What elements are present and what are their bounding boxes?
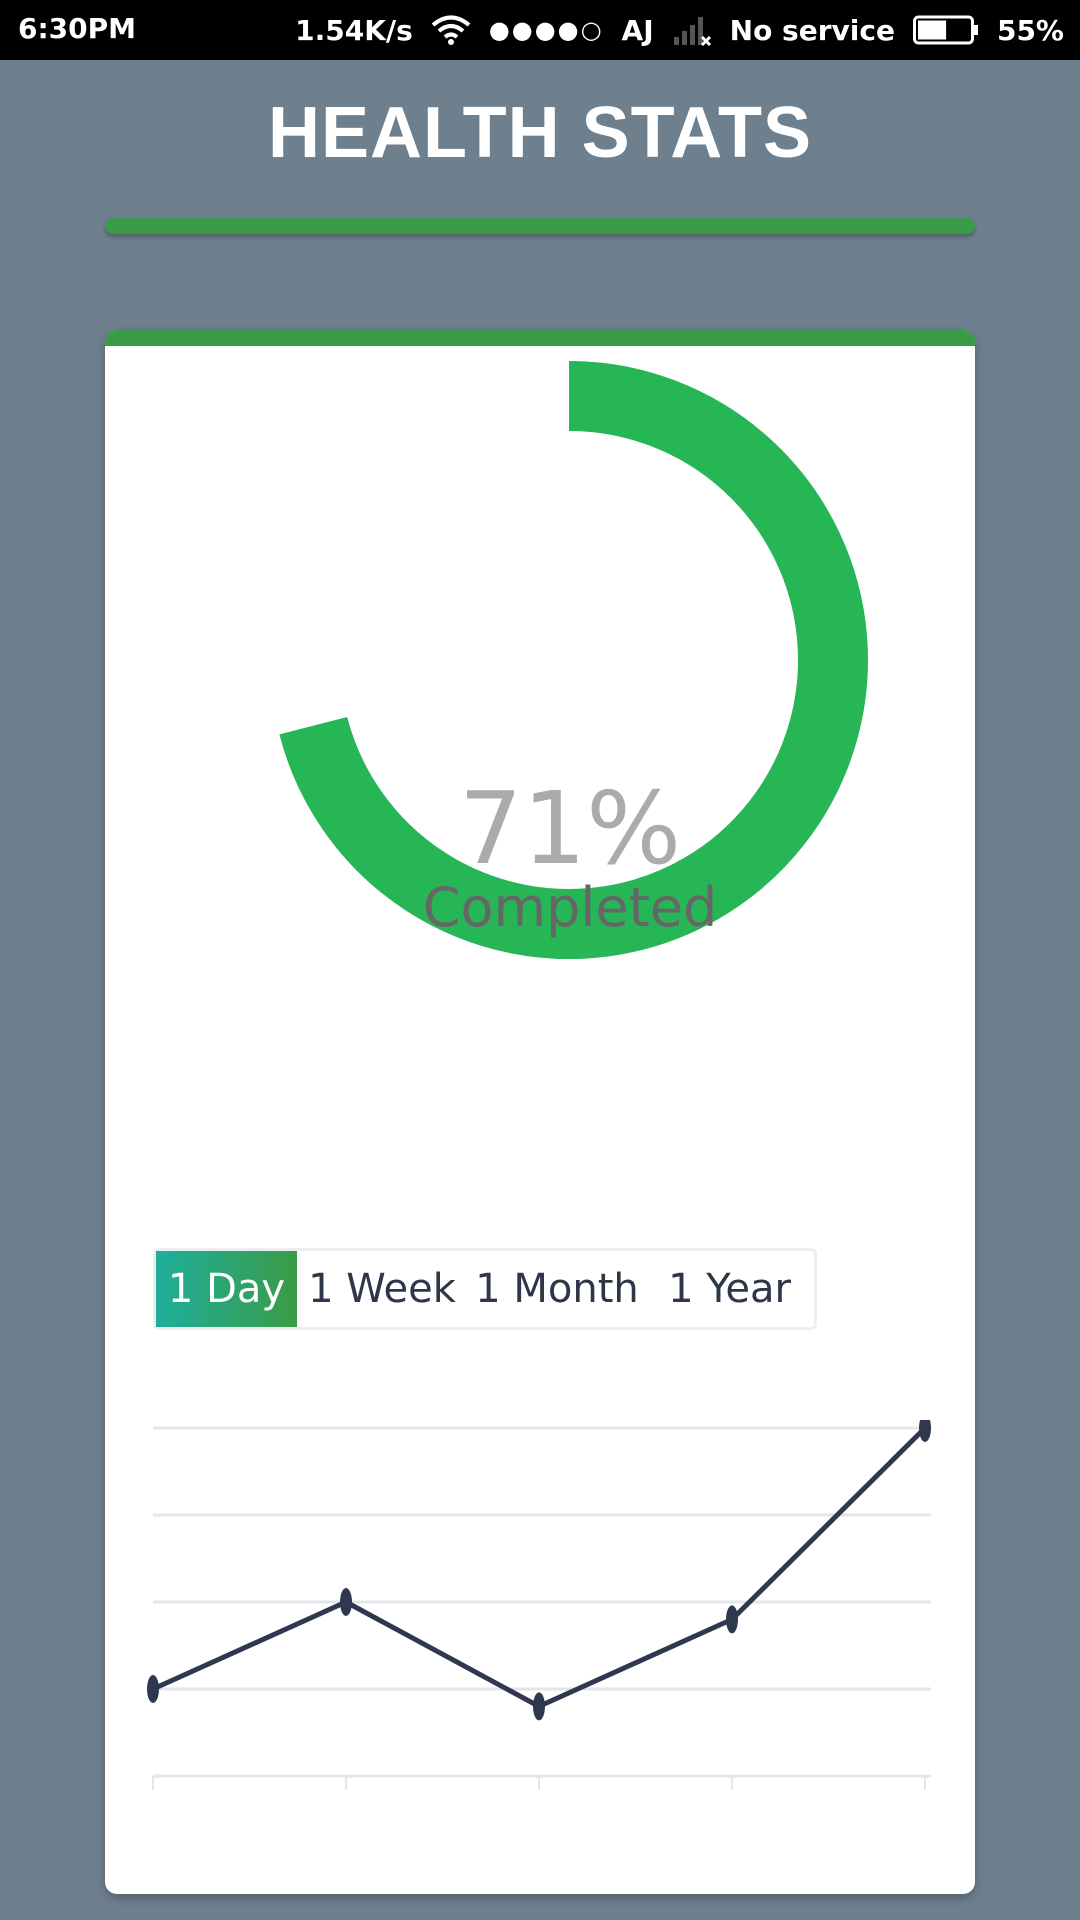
carrier-name: AJ: [621, 13, 654, 47]
sim-signal-dots: ●●●●○: [488, 16, 604, 44]
network-speed: 1.54K/s: [295, 13, 413, 47]
service-status: No service: [729, 13, 895, 47]
battery-percent: 55%: [996, 13, 1064, 47]
tab-1-week[interactable]: 1 Week: [297, 1251, 467, 1327]
chart-point: [340, 1588, 352, 1616]
chart-series-line: [151, 1426, 927, 1709]
tab-1-month[interactable]: 1 Month: [467, 1251, 647, 1327]
status-bar: 6:30PM 1.54K/s ●●●●○ AJ No service 55%: [0, 0, 1080, 60]
line-chart: [147, 1420, 931, 1790]
status-time: 6:30PM: [18, 12, 137, 45]
stats-card: 71% Completed 1 Day 1 Week 1 Month 1 Yea…: [105, 330, 975, 1894]
tab-1-year[interactable]: 1 Year: [647, 1251, 812, 1327]
chart-point: [533, 1692, 545, 1721]
wifi-icon: [431, 15, 471, 45]
page-title: HEALTH STATS: [268, 93, 812, 173]
title-underline: [105, 218, 975, 234]
chart-point: [147, 1675, 159, 1703]
progress-label: Completed: [422, 876, 718, 939]
tab-1-day[interactable]: 1 Day: [156, 1251, 297, 1327]
chart-point: [919, 1420, 931, 1442]
status-icons: 1.54K/s ●●●●○ AJ No service 55%: [277, 10, 1064, 50]
signal-icon: [673, 17, 711, 47]
battery-icon: [912, 15, 978, 45]
progress-percent: 71%: [458, 770, 682, 887]
chart-point: [726, 1605, 738, 1634]
range-tabs: 1 Day 1 Week 1 Month 1 Year: [153, 1248, 817, 1330]
